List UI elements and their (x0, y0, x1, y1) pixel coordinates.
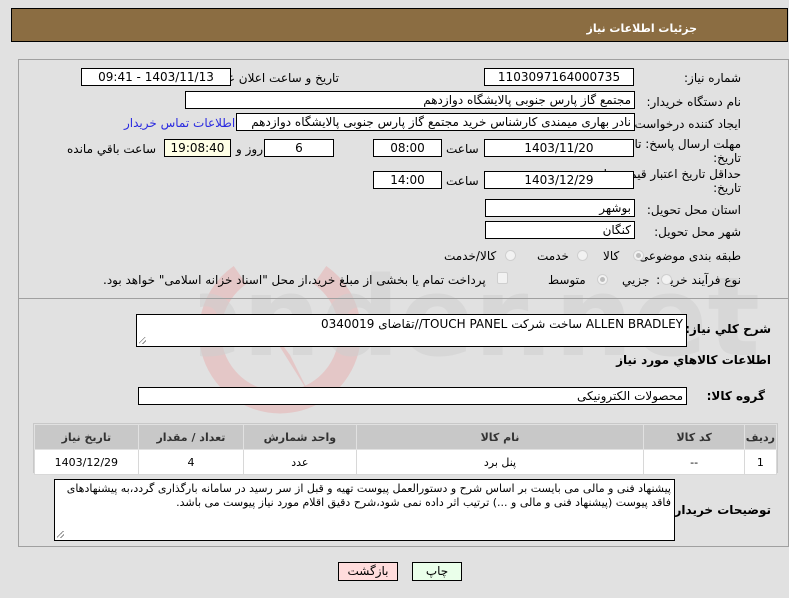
items-table-container: ردیف کد کالا نام کالا واحد شمارش تعداد /… (33, 423, 778, 475)
col-unit: واحد شمارش (243, 424, 357, 450)
category-option-goods: کالا (603, 249, 620, 263)
col-row: ردیف (743, 424, 778, 450)
print-button[interactable]: چاپ (412, 562, 462, 581)
col-name: نام کالا (355, 424, 645, 450)
goods-group-label: گروه کالا: (706, 389, 765, 403)
goods-section-title: اطلاعات کالاهاي مورد نياز (616, 353, 771, 367)
category-radio-goods[interactable] (633, 250, 644, 261)
resize-handle-icon[interactable] (57, 531, 64, 538)
days-label: روز و (236, 142, 263, 156)
treasury-checkbox-label: پرداخت تمام یا بخشی از مبلغ خرید،از محل … (103, 273, 486, 287)
page-title: جزئیات اطلاعات نیاز (586, 22, 698, 35)
buyer-notes-text: پیشنهاد فنی و مالی می بایست بر اساس شرح … (66, 482, 671, 509)
requester-field: نادر بهاری میمندی کارشناس خرید مجتمع گاز… (236, 113, 635, 131)
need-number-label: شماره نیاز: (684, 71, 741, 85)
description-text: ALLEN BRADLEY ساخت شرکت TOUCH PANEL//تقا… (321, 317, 683, 331)
response-deadline-label: مهلت ارسال پاسخ: تا (634, 137, 741, 151)
process-radio-minor[interactable] (661, 274, 672, 285)
response-deadline-date: 1403/11/20 (484, 139, 634, 157)
category-radio-goods-service[interactable] (505, 250, 516, 261)
buyer-notes-field[interactable]: پیشنهاد فنی و مالی می بایست بر اساس شرح … (54, 479, 675, 541)
remaining-days-field: 6 (264, 139, 334, 157)
treasury-checkbox[interactable] (497, 272, 508, 284)
buyer-contact-link[interactable]: اطلاعات تماس خریدار (124, 116, 235, 130)
col-need-date: تاریخ نیاز (34, 424, 139, 450)
category-label: طبقه بندی موضوعی: (634, 249, 741, 263)
delivery-city-field: کنگان (485, 221, 635, 239)
table-header-row: ردیف کد کالا نام کالا واحد شمارش تعداد /… (34, 424, 778, 450)
page-header: جزئیات اطلاعات نیاز (11, 8, 788, 42)
cell-row: 1 (743, 449, 778, 475)
description-field[interactable]: ALLEN BRADLEY ساخت شرکت TOUCH PANEL//تقا… (136, 314, 687, 347)
price-validity-date: 1403/12/29 (484, 171, 634, 189)
items-table: ردیف کد کالا نام کالا واحد شمارش تعداد /… (34, 424, 778, 475)
back-button[interactable]: بازگشت (338, 562, 398, 581)
response-time-label: ساعت (446, 142, 479, 156)
col-code: کد کالا (643, 424, 745, 450)
remaining-time-field: 19:08:40 (164, 139, 231, 157)
response-deadline-time: 08:00 (373, 139, 442, 157)
delivery-province-field: بوشهر (485, 199, 635, 217)
table-row: 1 -- پنل برد عدد 4 1403/12/29 (34, 449, 778, 475)
cell-unit: عدد (243, 449, 357, 475)
buyer-org-label: نام دستگاه خریدار: (646, 95, 742, 109)
category-option-goods-service: کالا/خدمت (444, 249, 497, 263)
col-quantity: تعداد / مقدار (137, 424, 245, 450)
announce-datetime-field: 1403/11/13 - 09:41 (81, 68, 231, 86)
buyer-notes-label: توضیحات خریدار: (669, 503, 771, 517)
cell-need-date: 1403/12/29 (34, 449, 139, 475)
delivery-province-label: استان محل تحویل: (646, 203, 741, 217)
process-radio-medium[interactable] (597, 274, 608, 285)
cell-quantity: 4 (137, 449, 245, 475)
requester-label: ایجاد کننده درخواست: (630, 117, 741, 131)
resize-handle-icon[interactable] (139, 337, 146, 344)
price-validity-time: 14:00 (373, 171, 442, 189)
price-validity-label-2: تاریخ: (713, 181, 741, 195)
response-deadline-label-2: تاریخ: (713, 151, 741, 165)
cell-name: پنل برد (355, 449, 645, 475)
process-option-minor: جزیي (622, 273, 650, 287)
divider (18, 298, 789, 299)
delivery-city-label: شهر محل تحویل: (654, 225, 741, 239)
price-time-label: ساعت (446, 174, 479, 188)
category-radio-service[interactable] (577, 250, 588, 261)
description-label: شرح کلي نياز: (685, 322, 771, 336)
cell-code: -- (643, 449, 745, 475)
goods-group-field: محصولات الکترونیکی (138, 387, 687, 405)
remaining-time-label: ساعت باقي مانده (67, 142, 157, 156)
need-number-field: 1103097164000735 (484, 68, 634, 86)
buyer-org-field: مجتمع گاز پارس جنوبی پالایشگاه دوازدهم (185, 91, 635, 109)
category-option-service: خدمت (537, 249, 569, 263)
process-option-medium: متوسط (548, 273, 586, 287)
